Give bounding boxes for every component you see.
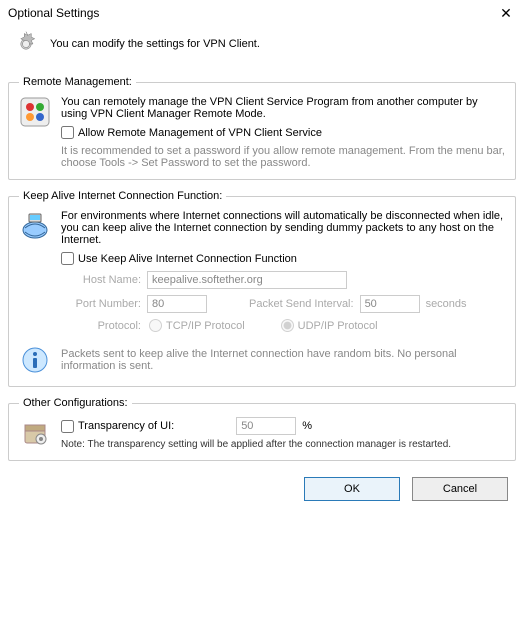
globe-icon bbox=[19, 210, 51, 242]
udp-radio-input[interactable] bbox=[281, 319, 294, 332]
port-input[interactable] bbox=[147, 295, 207, 313]
use-keepalive-checkbox[interactable]: Use Keep Alive Internet Connection Funct… bbox=[61, 252, 505, 265]
remote-management-group: Remote Management: You can remotely mana… bbox=[8, 76, 516, 180]
transparency-unit: % bbox=[302, 420, 312, 432]
interval-unit: seconds bbox=[426, 298, 467, 310]
transparency-checkbox[interactable]: Transparency of UI: bbox=[61, 420, 174, 433]
remote-legend: Remote Management: bbox=[19, 76, 136, 88]
allow-remote-label: Allow Remote Management of VPN Client Se… bbox=[78, 127, 322, 139]
transparency-value-input[interactable] bbox=[236, 417, 296, 435]
allow-remote-input[interactable] bbox=[61, 126, 74, 139]
window-title: Optional Settings bbox=[8, 6, 99, 20]
allow-remote-checkbox[interactable]: Allow Remote Management of VPN Client Se… bbox=[61, 126, 505, 139]
interval-label: Packet Send Interval: bbox=[249, 298, 354, 310]
remote-hint: It is recommended to set a password if y… bbox=[61, 145, 505, 169]
interval-input[interactable] bbox=[360, 295, 420, 313]
keepalive-info: Packets sent to keep alive the Internet … bbox=[61, 348, 505, 372]
tcp-radio-label: TCP/IP Protocol bbox=[166, 320, 245, 332]
other-legend: Other Configurations: bbox=[19, 397, 132, 409]
info-icon bbox=[19, 344, 51, 376]
keepalive-desc: For environments where Internet connecti… bbox=[61, 210, 505, 246]
udp-radio[interactable]: UDP/IP Protocol bbox=[281, 319, 378, 332]
header-text: You can modify the settings for VPN Clie… bbox=[50, 38, 260, 50]
other-config-group: Other Configurations: Transparency of UI… bbox=[8, 397, 516, 461]
keepalive-group: Keep Alive Internet Connection Function:… bbox=[8, 190, 516, 387]
keepalive-legend: Keep Alive Internet Connection Function: bbox=[19, 190, 226, 202]
use-keepalive-input[interactable] bbox=[61, 252, 74, 265]
titlebar: Optional Settings ✕ bbox=[0, 0, 524, 24]
remote-desc: You can remotely manage the VPN Client S… bbox=[61, 96, 505, 120]
protocol-label: Protocol: bbox=[61, 320, 141, 332]
remote-icon bbox=[19, 96, 51, 128]
header: You can modify the settings for VPN Clie… bbox=[0, 24, 524, 72]
ok-button[interactable]: OK bbox=[304, 477, 400, 501]
use-keepalive-label: Use Keep Alive Internet Connection Funct… bbox=[78, 253, 297, 265]
transparency-label: Transparency of UI: bbox=[78, 420, 174, 432]
gear-icon bbox=[12, 30, 40, 58]
transparency-note: Note: The transparency setting will be a… bbox=[61, 439, 505, 450]
package-icon bbox=[19, 417, 51, 449]
tcp-radio[interactable]: TCP/IP Protocol bbox=[149, 319, 245, 332]
cancel-button[interactable]: Cancel bbox=[412, 477, 508, 501]
udp-radio-label: UDP/IP Protocol bbox=[298, 320, 378, 332]
dialog-buttons: OK Cancel bbox=[0, 471, 524, 511]
host-label: Host Name: bbox=[61, 274, 141, 286]
port-label: Port Number: bbox=[61, 298, 141, 310]
host-input[interactable] bbox=[147, 271, 347, 289]
close-icon[interactable]: ✕ bbox=[496, 5, 516, 22]
transparency-input[interactable] bbox=[61, 420, 74, 433]
tcp-radio-input[interactable] bbox=[149, 319, 162, 332]
